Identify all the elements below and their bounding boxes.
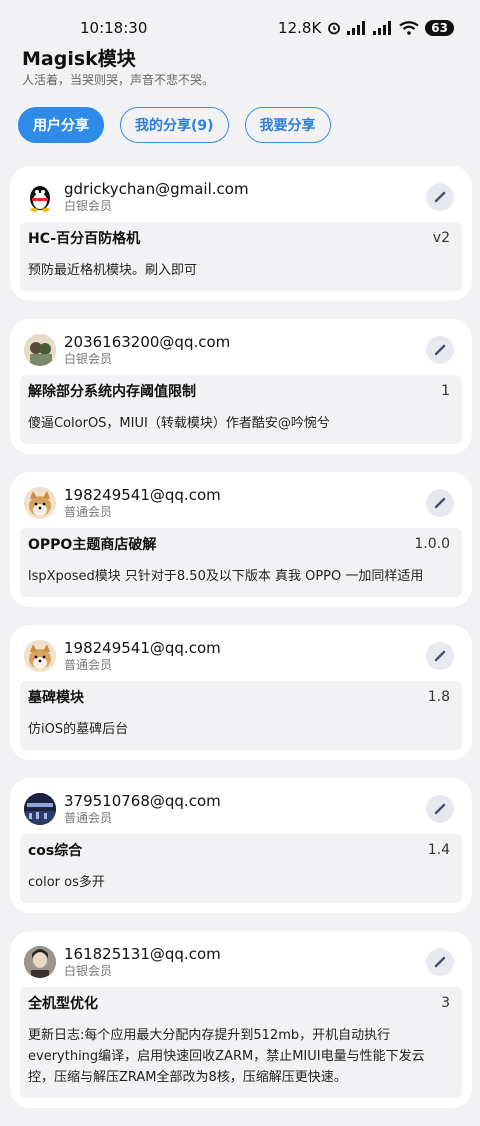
share-button[interactable] [426, 642, 454, 670]
module-version: 1.0.0 [414, 536, 450, 552]
night-city-avatar [24, 793, 56, 825]
module-info: 解除部分系统内存阈值限制 1 傻逼ColorOS，MIUI（转载模块）作者酷安@… [20, 375, 462, 444]
card-header: gdrickychan@gmail.com 白银会员 [24, 178, 462, 216]
link-icon [434, 650, 446, 662]
module-card[interactable]: 2036163200@qq.com 白银会员 解除部分系统内存阈值限制 1 傻逼… [10, 319, 472, 454]
wifi-icon [399, 21, 419, 35]
tab-my-share[interactable]: 我的分享(9) [120, 107, 229, 143]
module-name: 解除部分系统内存阈值限制 [28, 384, 196, 400]
module-info: 墓碑模块 1.8 仿iOS的墓碑后台 [20, 681, 462, 750]
module-name: 墓碑模块 [28, 690, 84, 706]
user-level: 白银会员 [64, 352, 113, 366]
link-icon [434, 344, 446, 356]
module-name: cos综合 [28, 843, 83, 859]
module-version: 1.8 [427, 689, 450, 705]
tab-bar: 用户分享 我的分享(9) 我要分享 [18, 107, 331, 143]
signal-icon-2 [373, 21, 392, 35]
module-card[interactable]: 161825131@qq.com 白银会员 全机型优化 3 更新日志:每个应用最… [10, 931, 472, 1108]
battery-indicator: 63 [425, 20, 454, 36]
card-header: 379510768@qq.com 普通会员 [24, 790, 462, 828]
module-description: 更新日志:每个应用最大分配内存提升到512mb，开机自动执行everything… [28, 1028, 425, 1085]
qq-penguin-avatar [24, 181, 56, 213]
module-version: 3 [441, 995, 450, 1011]
status-icons: 12.8K 63 [278, 19, 454, 37]
module-card[interactable]: 379510768@qq.com 普通会员 cos综合 1.4 color os… [10, 778, 472, 913]
shiba-dog-avatar [24, 487, 56, 519]
page-subtitle: 人活着，当哭则哭，声音不悲不哭。 [22, 73, 215, 87]
link-icon [434, 803, 446, 815]
alarm-icon [328, 22, 341, 35]
anime-avatar [24, 334, 56, 366]
module-description: 预防最近格机模块。刷入即可 [28, 263, 198, 278]
module-info: cos综合 1.4 color os多开 [20, 834, 462, 903]
user-email: 2036163200@qq.com [64, 333, 231, 351]
link-icon [434, 497, 446, 509]
tab-share-mine[interactable]: 我要分享 [244, 107, 331, 143]
link-icon [434, 191, 446, 203]
user-email: 198249541@qq.com [64, 639, 221, 657]
share-button[interactable] [426, 489, 454, 517]
module-version: v2 [432, 230, 450, 246]
module-info: HC-百分百防格机 v2 预防最近格机模块。刷入即可 [20, 222, 462, 291]
module-description: 傻逼ColorOS，MIUI（转载模块）作者酷安@吟惋兮 [28, 416, 330, 431]
module-info: 全机型优化 3 更新日志:每个应用最大分配内存提升到512mb，开机自动执行ev… [20, 987, 462, 1098]
module-version: 1 [441, 383, 450, 399]
module-description: lspXposed模块 只针对于8.50及以下版本 真我 OPPO 一加同样适用 [28, 569, 424, 584]
user-level: 普通会员 [64, 658, 113, 672]
module-card[interactable]: gdrickychan@gmail.com 白银会员 HC-百分百防格机 v2 … [10, 166, 472, 301]
card-header: 198249541@qq.com 普通会员 [24, 637, 462, 675]
tab-user-share[interactable]: 用户分享 [18, 107, 104, 143]
share-button[interactable] [426, 183, 454, 211]
module-description: 仿iOS的墓碑后台 [28, 722, 129, 737]
user-level: 白银会员 [64, 199, 113, 213]
module-card[interactable]: 198249541@qq.com 普通会员 墓碑模块 1.8 仿iOS的墓碑后台 [10, 625, 472, 760]
user-email: 161825131@qq.com [64, 945, 221, 963]
status-time: 10:18:30 [80, 19, 148, 37]
module-name: OPPO主题商店破解 [28, 537, 157, 553]
module-version: 1.4 [427, 842, 450, 858]
user-level: 白银会员 [64, 964, 113, 978]
page-title: Magisk模块 [22, 48, 136, 70]
user-level: 普通会员 [64, 811, 113, 825]
share-button[interactable] [426, 795, 454, 823]
user-email: 379510768@qq.com [64, 792, 221, 810]
module-info: OPPO主题商店破解 1.0.0 lspXposed模块 只针对于8.50及以下… [20, 528, 462, 597]
share-button[interactable] [426, 336, 454, 364]
shiba-dog-avatar [24, 640, 56, 672]
module-name: HC-百分百防格机 [28, 231, 141, 247]
module-list: gdrickychan@gmail.com 白银会员 HC-百分百防格机 v2 … [10, 166, 472, 1126]
user-level: 普通会员 [64, 505, 113, 519]
module-description: color os多开 [28, 875, 105, 890]
signal-icon [347, 21, 366, 35]
module-card[interactable]: 198249541@qq.com 普通会员 OPPO主题商店破解 1.0.0 l… [10, 472, 472, 607]
portrait-avatar [24, 946, 56, 978]
card-header: 198249541@qq.com 普通会员 [24, 484, 462, 522]
page-header: Magisk模块 人活着，当哭则哭，声音不悲不哭。 [22, 46, 214, 88]
net-speed: 12.8K [278, 19, 322, 37]
link-icon [434, 956, 446, 968]
card-header: 161825131@qq.com 白银会员 [24, 943, 462, 981]
share-button[interactable] [426, 948, 454, 976]
module-name: 全机型优化 [28, 996, 98, 1012]
card-header: 2036163200@qq.com 白银会员 [24, 331, 462, 369]
user-email: gdrickychan@gmail.com [64, 180, 249, 198]
user-email: 198249541@qq.com [64, 486, 221, 504]
